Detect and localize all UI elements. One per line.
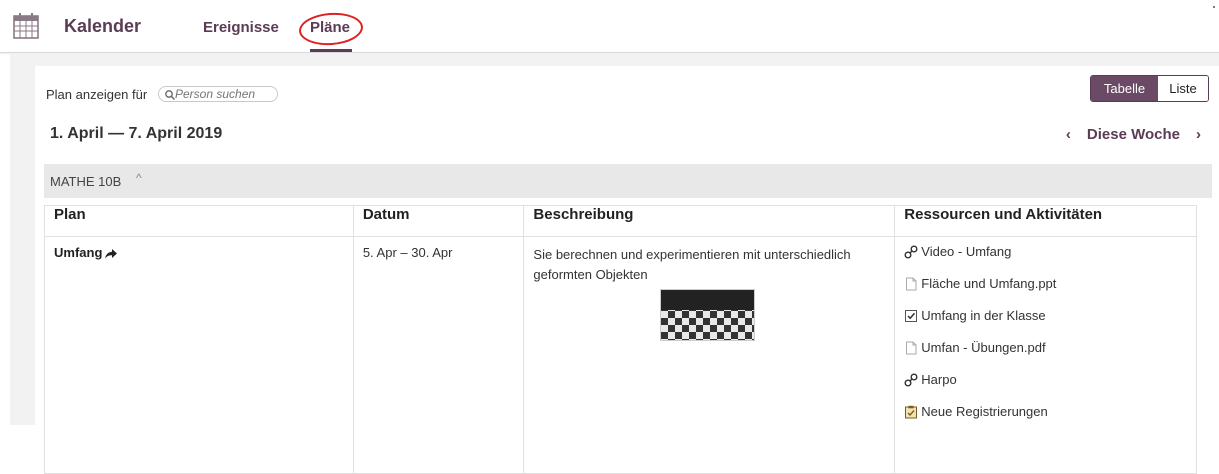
active-tab-indicator: [310, 49, 352, 52]
list-item[interactable]: Neue Registrierungen: [904, 405, 1187, 437]
this-week-button[interactable]: Diese Woche: [1087, 126, 1180, 143]
person-search-input[interactable]: [158, 86, 278, 102]
date-range: 1. April — 7. April 2019: [50, 125, 223, 142]
list-item[interactable]: Video - Umfang: [904, 245, 1187, 277]
group-header[interactable]: [44, 164, 1212, 198]
collapse-caret-icon[interactable]: ^: [136, 171, 142, 185]
registration-icon: [905, 405, 918, 419]
previous-week-button[interactable]: ‹: [1066, 126, 1071, 143]
table-header-row: Plan Datum Beschreibung Ressourcen und A…: [44, 205, 1197, 237]
column-header-resources: Ressourcen und Aktivitäten: [894, 205, 1197, 237]
plan-name-link[interactable]: Umfang: [54, 245, 102, 260]
search-icon: [165, 90, 176, 101]
calendar-icon: [13, 13, 39, 39]
link-icon: [904, 373, 918, 387]
annotation-circle: [297, 10, 365, 48]
week-navigation: ‹ Diese Woche ›: [1066, 126, 1201, 143]
view-toggle: Tabelle Liste: [1090, 75, 1209, 102]
plans-table: Plan Datum Beschreibung Ressourcen und A…: [44, 205, 1197, 474]
next-week-button[interactable]: ›: [1196, 126, 1201, 143]
plan-description: Sie berechnen und experimentieren mit un…: [533, 247, 851, 282]
share-icon[interactable]: [105, 248, 118, 259]
resources-cell: Video - Umfang Fläche und Umfang.ppt Umf…: [894, 236, 1197, 474]
top-bar: Kalender Ereignisse Pläne: [0, 0, 1219, 53]
table-row: Umfang 5. Apr – 30. Apr Sie berechnen un…: [44, 236, 1197, 474]
resource-label: Umfan - Übungen.pdf: [921, 340, 1046, 355]
list-item[interactable]: Fläche und Umfang.ppt: [904, 277, 1187, 309]
description-cell: Sie berechnen und experimentieren mit un…: [523, 236, 896, 474]
table-view-button[interactable]: Tabelle: [1091, 76, 1158, 101]
resource-label: Harpo: [921, 372, 957, 387]
group-name: MATHE 10B: [50, 174, 122, 189]
column-header-date: Datum: [352, 205, 525, 237]
description-image: [660, 289, 756, 341]
resource-label: Umfang in der Klasse: [921, 308, 1046, 323]
checkbox-icon: [905, 310, 918, 322]
list-item[interactable]: Umfan - Übungen.pdf: [904, 341, 1187, 373]
resource-list: Video - Umfang Fläche und Umfang.ppt Umf…: [904, 245, 1187, 437]
date-cell: 5. Apr – 30. Apr: [352, 236, 525, 474]
column-header-description: Beschreibung: [523, 205, 896, 237]
tab-events[interactable]: Ereignisse: [203, 19, 279, 36]
list-item[interactable]: Umfang in der Klasse: [904, 309, 1187, 341]
corner-dot: [1213, 6, 1215, 8]
list-item[interactable]: Harpo: [904, 373, 1187, 405]
app-title: Kalender: [64, 16, 142, 36]
plan-cell: Umfang: [44, 236, 354, 474]
file-icon: [906, 341, 917, 355]
resource-label: Neue Registrierungen: [921, 404, 1048, 419]
show-plan-for-label: Plan anzeigen für: [46, 87, 148, 102]
resource-label: Fläche und Umfang.ppt: [921, 276, 1057, 291]
link-icon: [904, 245, 918, 259]
resource-label: Video - Umfang: [921, 244, 1012, 259]
file-icon: [906, 277, 917, 291]
list-view-button[interactable]: Liste: [1158, 76, 1208, 101]
column-header-plan: Plan: [44, 205, 354, 237]
